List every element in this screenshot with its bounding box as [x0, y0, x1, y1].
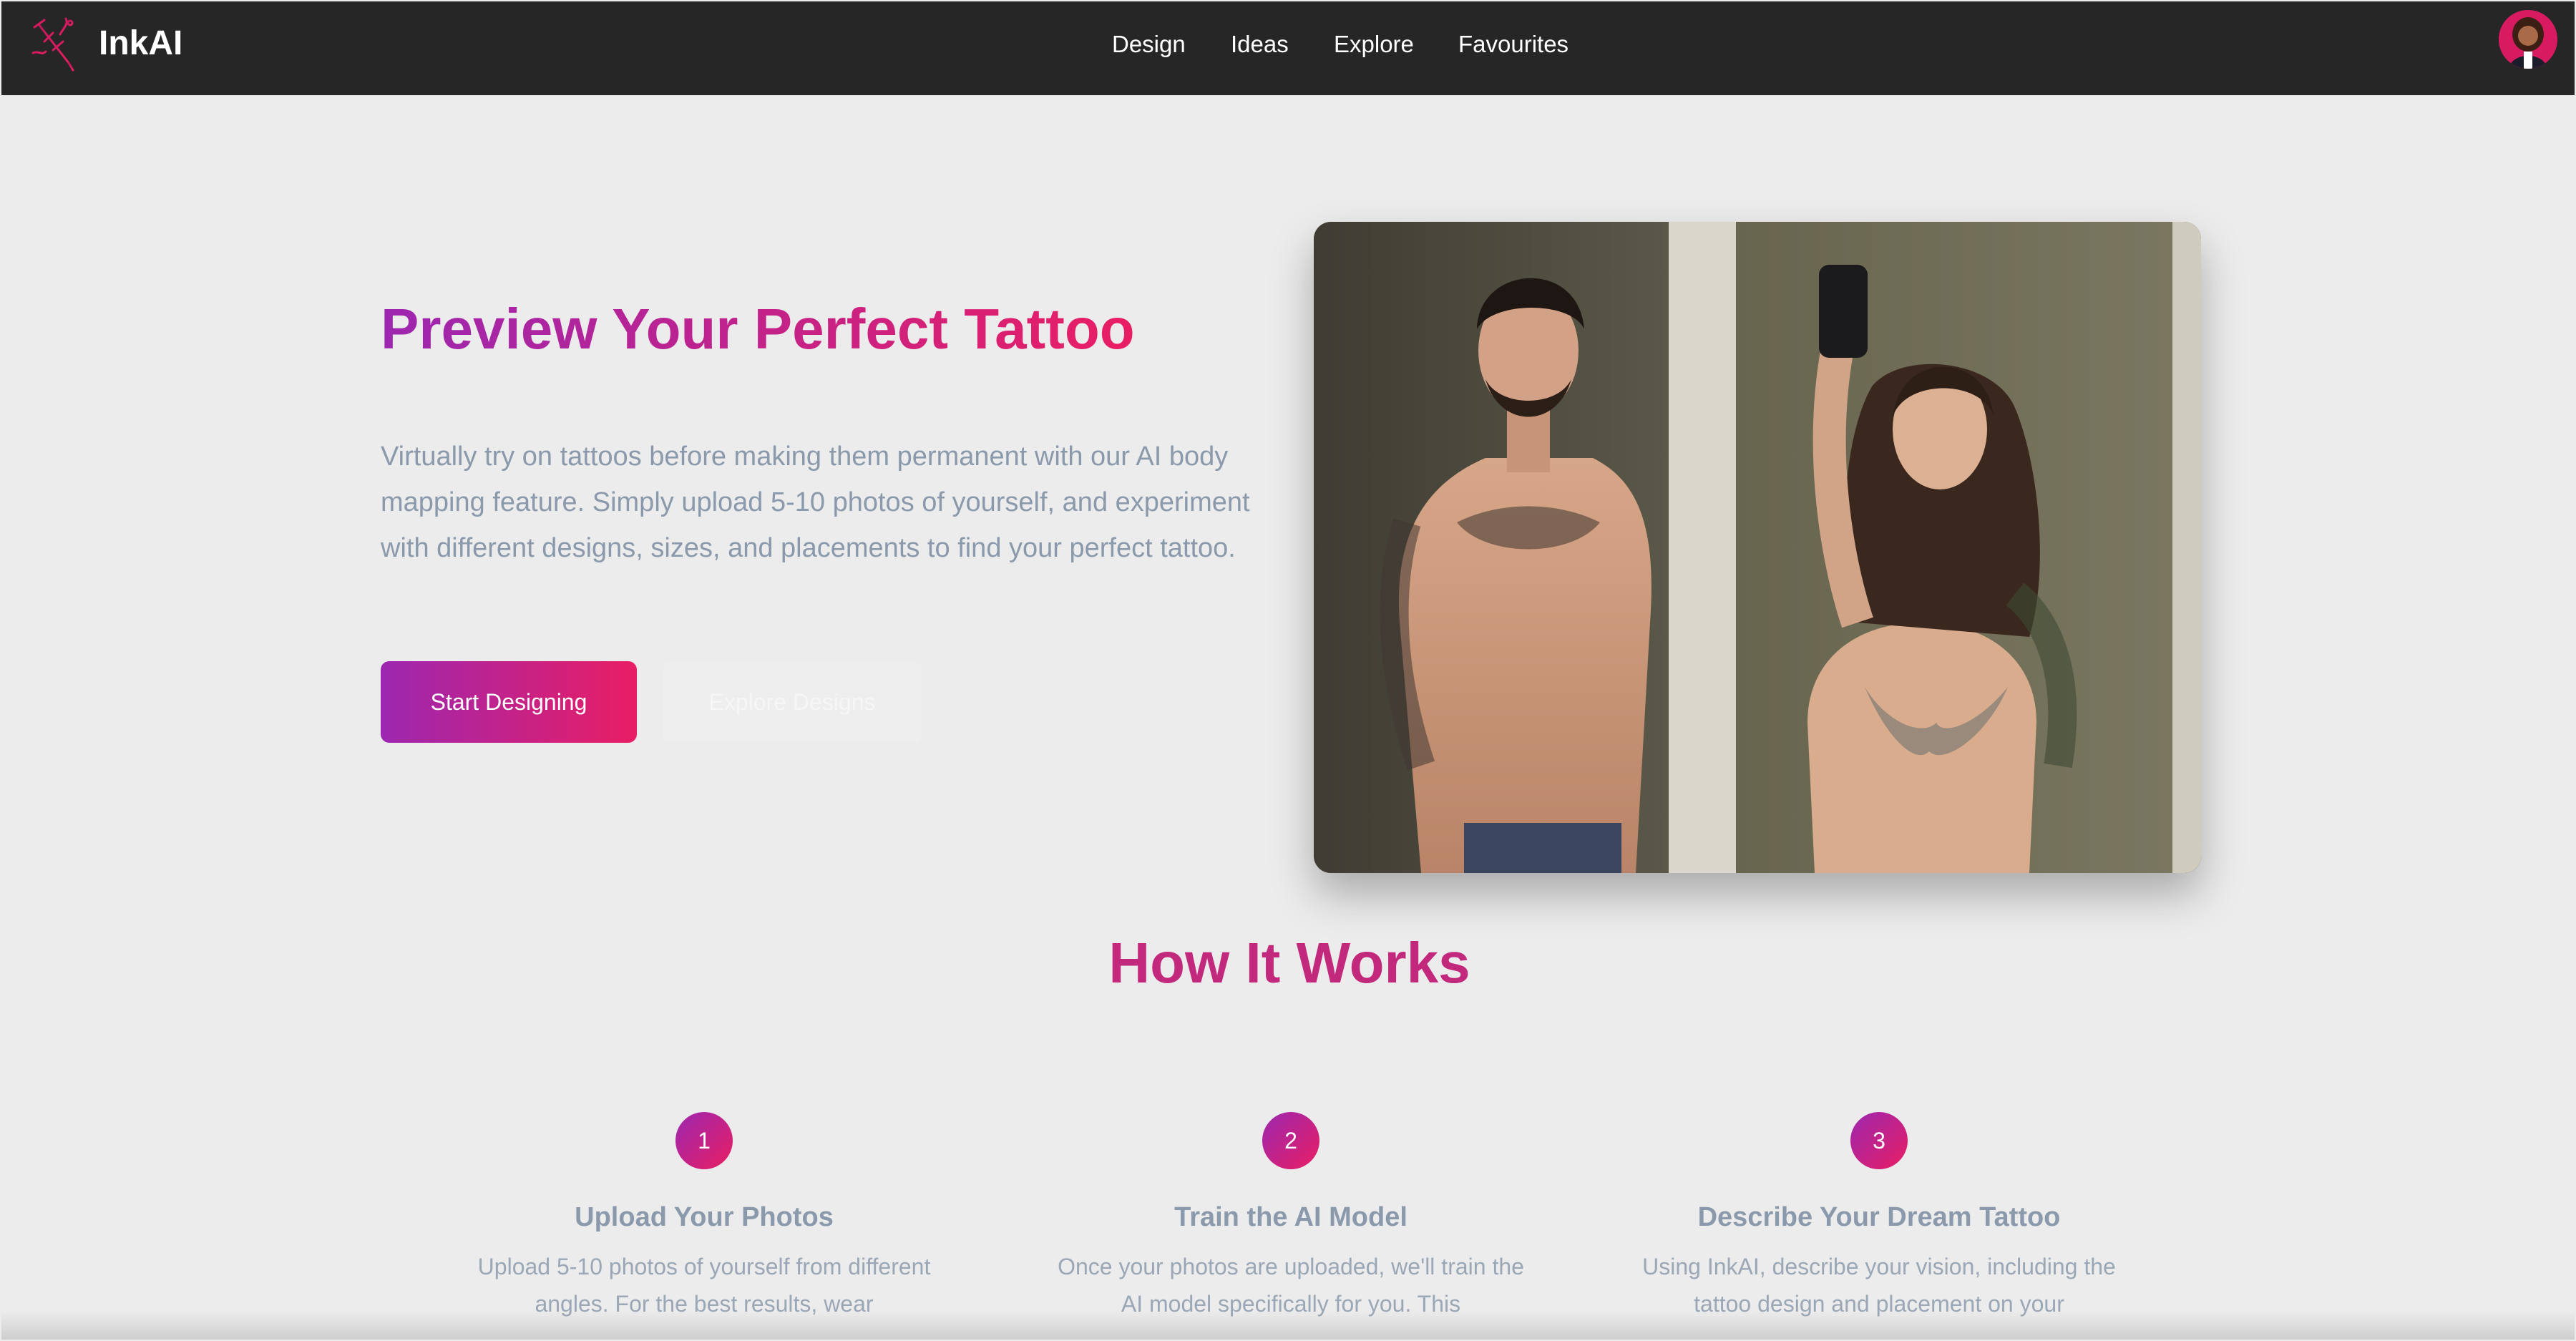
step-title: Upload Your Photos [575, 1202, 834, 1232]
nav-design[interactable]: Design [1112, 30, 1186, 59]
step-card: 2 Train the AI Model Once your photos ar… [1048, 1112, 1534, 1322]
top-navbar: InkAI Design Ideas Explore Favourites [1, 1, 2575, 95]
nav-favourites[interactable]: Favourites [1458, 30, 1568, 59]
tattoo-needle-icon[interactable] [29, 13, 79, 74]
user-avatar-icon[interactable] [2499, 10, 2557, 69]
explore-designs-button[interactable]: Explore Designs [663, 661, 922, 743]
step-card: 1 Upload Your Photos Upload 5-10 photos … [461, 1112, 947, 1322]
scroll-fade [1, 1311, 2575, 1340]
nav-ideas[interactable]: Ideas [1231, 30, 1289, 59]
page: InkAI Design Ideas Explore Favourites Pr… [1, 1, 2575, 1340]
how-it-works-title: How It Works [1108, 931, 1470, 995]
step-title: Train the AI Model [1174, 1202, 1407, 1232]
step-number-badge: 2 [1262, 1112, 1319, 1169]
nav-explore[interactable]: Explore [1334, 30, 1414, 59]
hero-description: Virtually try on tattoos before making t… [381, 442, 1250, 563]
step-number-badge: 1 [675, 1112, 733, 1169]
step-card: 3 Describe Your Dream Tattoo Using InkAI… [1636, 1112, 2122, 1322]
hero-photo [1314, 222, 2201, 873]
brand-name[interactable]: InkAI [99, 24, 182, 64]
step-number-badge: 3 [1850, 1112, 1908, 1169]
start-designing-button[interactable]: Start Designing [381, 661, 637, 743]
step-title: Describe Your Dream Tattoo [1697, 1202, 2061, 1232]
hero-title: Preview Your Perfect Tattoo [381, 295, 1135, 364]
